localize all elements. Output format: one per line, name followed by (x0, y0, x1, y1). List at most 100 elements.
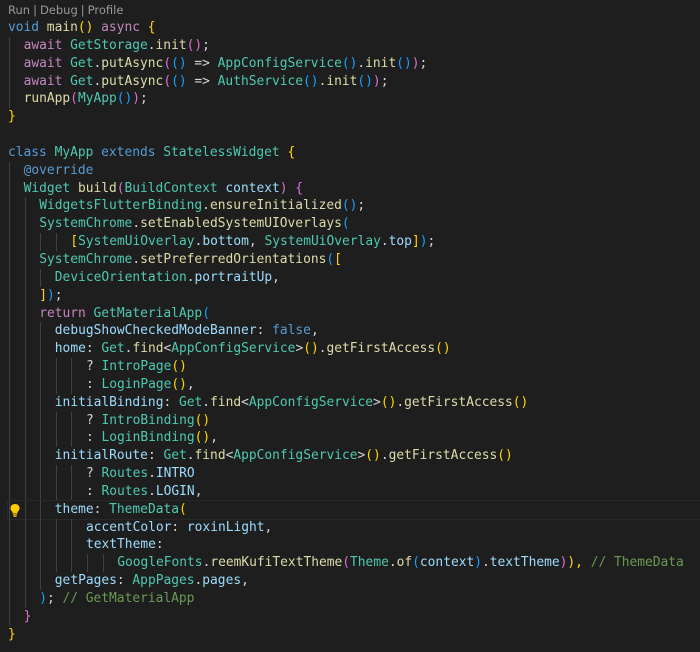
code-token: : (86, 430, 102, 446)
code-line[interactable]: home: Get.find<AppConfigService>().getFi… (8, 340, 700, 359)
code-line[interactable]: SystemChrome.setPreferredOrientations([ (8, 250, 700, 269)
codelens-debug[interactable]: Debug (40, 3, 78, 17)
indent-guide (71, 358, 73, 376)
code-token: LOGIN (155, 483, 195, 499)
codelens-run[interactable]: Run (8, 3, 30, 17)
code-text: ? IntroPage() (8, 359, 187, 374)
code-token: GetStorage (70, 37, 148, 53)
indent-guide (24, 322, 26, 341)
code-line[interactable]: [SystemUiOverlay.bottom, SystemUiOverlay… (8, 233, 700, 251)
codelens-profile[interactable]: Profile (88, 3, 124, 17)
code-token: await (23, 73, 63, 89)
code-line[interactable]: ? IntroPage() (8, 358, 700, 376)
code-line[interactable]: initialRoute: Get.find<AppConfigService>… (8, 447, 700, 466)
code-text: return GetMaterialApp( (8, 306, 210, 321)
code-token: ( (70, 91, 78, 107)
code-token: , (186, 376, 195, 392)
code-token: await (23, 37, 63, 53)
code-token: : (256, 323, 273, 339)
code-line[interactable]: runApp(MyApp()); (8, 90, 700, 109)
indent-guide (40, 500, 42, 519)
code-token: , (194, 483, 203, 499)
code-text: [SystemUiOverlay.bottom, SystemUiOverlay… (8, 234, 435, 249)
code-line[interactable]: Widget build(BuildContext context) { (8, 179, 700, 198)
code-line[interactable]: ); // GetMaterialApp (8, 590, 700, 608)
indent-guide (40, 411, 42, 430)
indent-guide (9, 268, 10, 287)
code-token: Theme (350, 555, 389, 571)
code-line[interactable]: } (8, 108, 700, 126)
code-token: MyApp (77, 91, 117, 107)
code-token: < (241, 394, 249, 410)
lightbulb-icon[interactable] (9, 503, 21, 517)
indent-guide (9, 179, 10, 198)
code-line[interactable] (8, 126, 700, 144)
code-line[interactable]: DeviceOrientation.portraitUp, (8, 268, 700, 287)
code-line[interactable]: ? Routes.INTRO (8, 465, 700, 483)
code-editor[interactable]: Run | Debug | Profile void main() async {awa… (0, 0, 700, 652)
code-token: . (186, 269, 195, 285)
indent-guide (9, 286, 10, 305)
code-token: ( (341, 216, 350, 232)
code-token: extends (101, 144, 156, 160)
code-token: ; (46, 591, 63, 606)
code-line[interactable]: : Routes.LOGIN, (8, 482, 700, 501)
code-line[interactable]: debugShowCheckedModeBanner: false, (8, 322, 700, 341)
code-token: () (341, 55, 358, 71)
code-token: ( (179, 501, 187, 517)
code-token: MyApp (54, 144, 94, 160)
indent-guide (9, 215, 10, 234)
code-line[interactable]: await GetStorage.init(); (8, 36, 700, 55)
code-token: ), (567, 555, 583, 571)
code-text: theme: ThemeData( (8, 502, 187, 517)
indent-guide (24, 393, 26, 412)
code-token: . (132, 216, 141, 232)
indent-guide (24, 518, 26, 537)
code-token: SystemUiOverlay (264, 234, 381, 250)
code-line[interactable]: accentColor: roxinLight, (8, 518, 700, 537)
code-token: () (116, 91, 133, 107)
code-line[interactable]: class MyApp extends StatelessWidget { (8, 144, 700, 162)
code-line[interactable]: getPages: AppPages.pages, (8, 572, 700, 590)
code-line[interactable]: await Get.putAsync(() => AuthService().i… (8, 72, 700, 91)
code-line[interactable]: initialBinding: Get.find<AppConfigServic… (8, 393, 700, 412)
code-token: => (186, 73, 218, 89)
code-line[interactable]: return GetMaterialApp( (8, 304, 700, 323)
codelens-separator: | (33, 3, 37, 17)
code-line[interactable]: theme: ThemeData( (7, 499, 700, 520)
code-token: () (497, 448, 513, 464)
code-text: } (8, 109, 16, 124)
code-line[interactable]: GoogleFonts.reemKufiTextTheme(Theme.of(c… (8, 554, 700, 573)
code-line[interactable]: : LoginPage(), (8, 375, 700, 394)
code-line[interactable]: WidgetsFlutterBinding.ensureInitialized(… (8, 197, 700, 216)
indent-guide (40, 465, 42, 483)
indent-guide (9, 607, 10, 626)
code-line[interactable]: SystemChrome.setEnabledSystemUIOverlays( (8, 215, 700, 234)
code-line[interactable]: } (8, 607, 700, 626)
code-token: putAsync (101, 55, 164, 71)
code-text: getPages: AppPages.pages, (8, 573, 249, 588)
code-lines[interactable]: void main() async {await GetStorage.init… (7, 19, 700, 644)
code-line[interactable]: await Get.putAsync(() => AppConfigServic… (8, 54, 700, 73)
code-line[interactable]: } (8, 626, 700, 644)
indent-guide (40, 572, 42, 590)
code-line[interactable]: void main() async { (8, 19, 700, 37)
indent-guide (9, 340, 10, 359)
code-token: getPages (54, 573, 117, 589)
code-token: Routes (101, 466, 149, 482)
code-token: build (77, 180, 117, 196)
code-line[interactable]: textTheme: (8, 536, 700, 555)
code-token: home (54, 341, 86, 357)
code-line[interactable]: ? IntroBinding() (8, 411, 700, 430)
code-line[interactable]: : LoginBinding(), (8, 429, 700, 448)
indent-guide (9, 233, 10, 251)
code-line[interactable]: @override (8, 161, 700, 180)
code-token: ( (163, 55, 172, 71)
code-token: ; (357, 198, 366, 214)
code-line[interactable]: ]); (8, 286, 700, 305)
code-token: . (186, 448, 195, 464)
code-token: () (186, 37, 203, 53)
